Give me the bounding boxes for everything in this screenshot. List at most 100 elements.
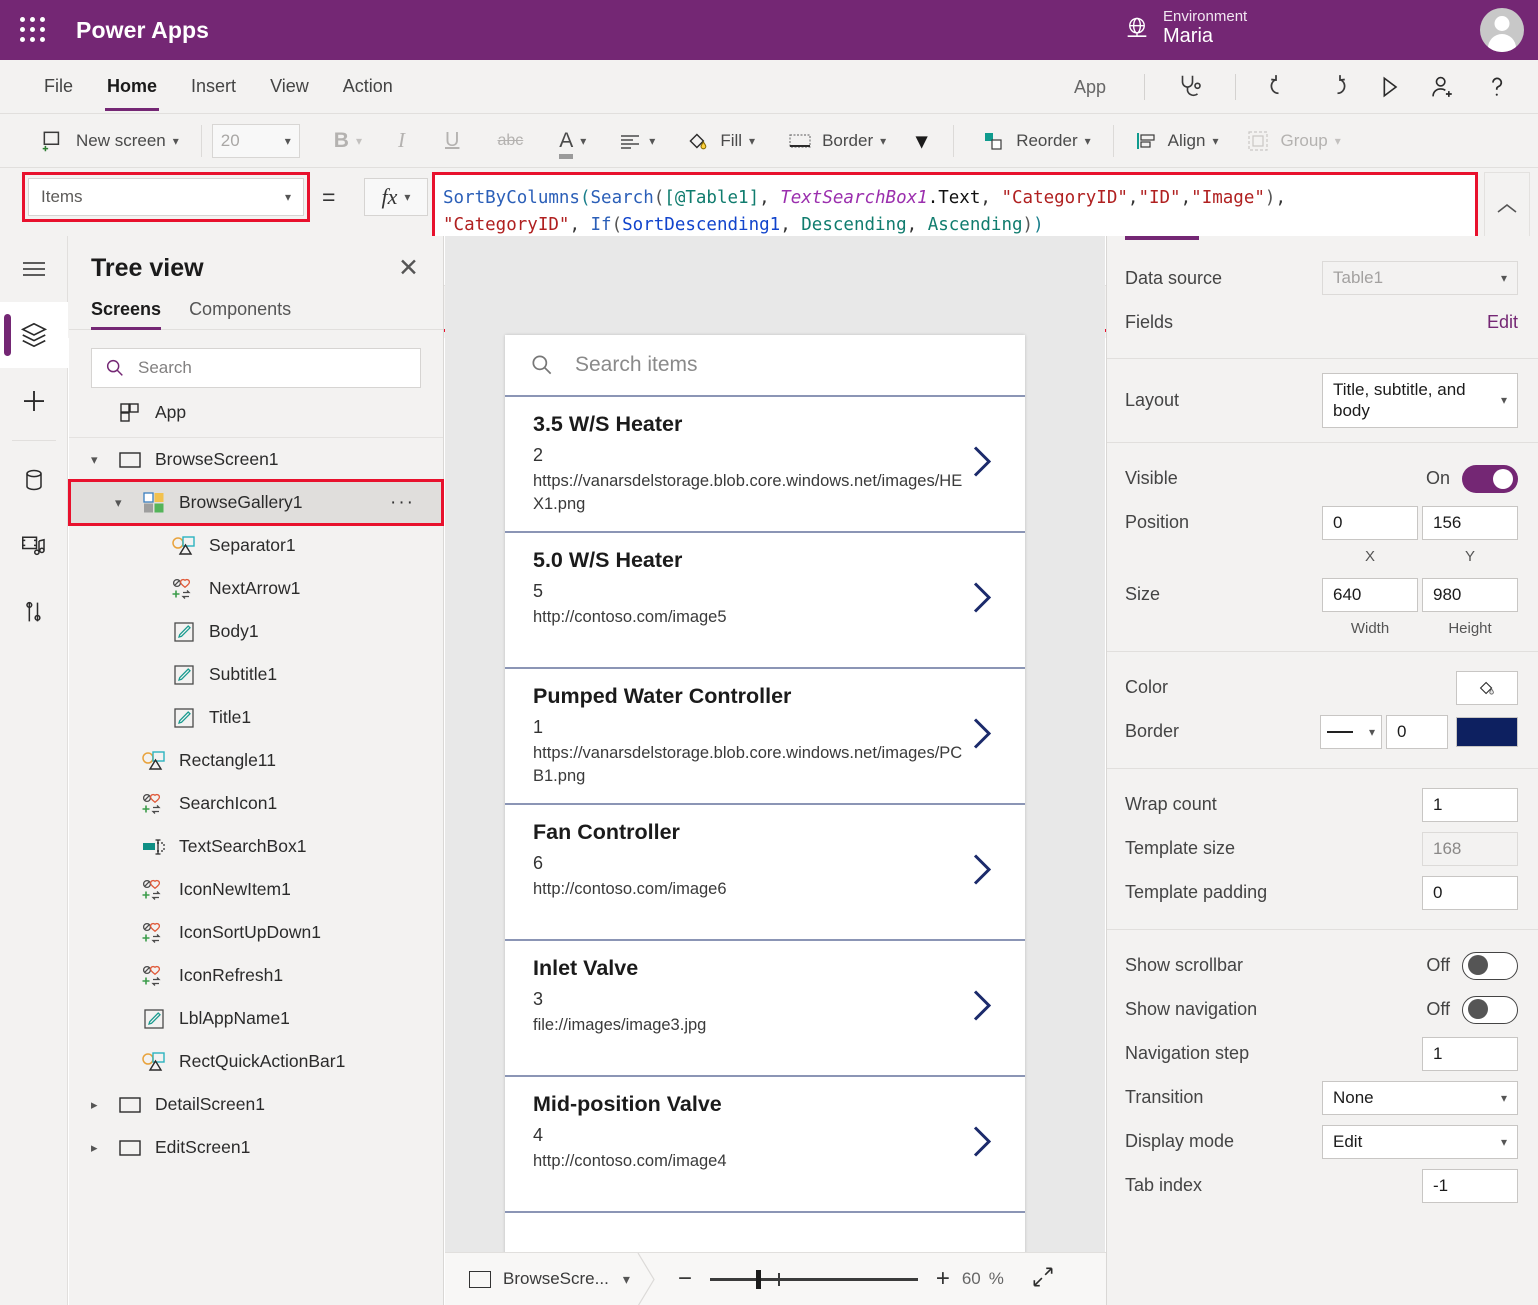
tree-node-iconnewitem1[interactable]: IconNewItem1 xyxy=(69,868,443,911)
bold-button[interactable]: B ▾ xyxy=(334,129,362,153)
border-button[interactable]: Border ▾ xyxy=(787,131,886,151)
tree-node-title1[interactable]: Title1 xyxy=(69,696,443,739)
layout-select[interactable]: Title, subtitle, and body ▾ xyxy=(1322,373,1518,428)
chevron-right-icon[interactable] xyxy=(965,576,999,625)
sidebar-item-advanced[interactable] xyxy=(0,579,68,645)
data-source-select[interactable]: Table1 ▾ xyxy=(1322,261,1518,295)
gallery-row[interactable]: Fan Controller6http://contoso.com/image6 xyxy=(505,805,1025,941)
wrap-count-input[interactable]: 1 xyxy=(1422,788,1518,822)
fit-screen-button[interactable] xyxy=(1030,1264,1056,1295)
fx-button[interactable]: fx ▾ xyxy=(364,178,428,216)
share-user-icon[interactable] xyxy=(1423,67,1463,107)
template-padding-input[interactable]: 0 xyxy=(1422,876,1518,910)
font-size-input[interactable]: 20 ▾ xyxy=(212,124,300,158)
avatar[interactable] xyxy=(1480,8,1524,52)
node-context-menu-icon[interactable]: ··· xyxy=(390,492,415,514)
menu-insert[interactable]: Insert xyxy=(189,70,238,103)
tab-components[interactable]: Components xyxy=(189,299,291,329)
strikethrough-button[interactable]: abc xyxy=(497,132,523,150)
chevron-right-icon[interactable] xyxy=(965,848,999,897)
position-x-input[interactable]: 0 xyxy=(1322,506,1418,540)
menu-action[interactable]: Action xyxy=(341,70,395,103)
zoom-slider[interactable] xyxy=(710,1269,918,1289)
tree-node-browsegallery1[interactable]: ▾BrowseGallery1··· xyxy=(69,481,443,524)
reorder-button[interactable]: Reorder ▾ xyxy=(980,129,1090,153)
gallery-row[interactable]: 3.5 W/S Heater2https://vanarsdelstorage.… xyxy=(505,397,1025,533)
more-options-button[interactable]: ▾ xyxy=(916,128,927,154)
tree-node-rectangle11[interactable]: Rectangle11 xyxy=(69,739,443,782)
tree-node-app[interactable]: App xyxy=(69,388,443,438)
menu-home[interactable]: Home xyxy=(105,70,159,103)
environment-switcher[interactable]: Environment Maria xyxy=(1123,8,1247,48)
border-color-swatch[interactable] xyxy=(1456,717,1518,747)
redo-icon[interactable] xyxy=(1315,67,1355,107)
help-question-icon[interactable] xyxy=(1477,67,1517,107)
border-width-input[interactable]: 0 xyxy=(1386,715,1448,749)
close-icon[interactable]: ✕ xyxy=(398,256,419,281)
formula-collapse-button[interactable] xyxy=(1484,172,1530,246)
underline-button[interactable]: U xyxy=(445,129,459,152)
property-selector[interactable]: Items ▾ xyxy=(28,178,304,216)
zoom-in-button[interactable]: + xyxy=(930,1265,956,1293)
tab-index-input[interactable]: -1 xyxy=(1422,1169,1518,1203)
tab-screens[interactable]: Screens xyxy=(91,299,161,329)
tree-node-separator1[interactable]: Separator1 xyxy=(69,524,443,567)
color-picker-button[interactable] xyxy=(1456,671,1518,705)
navigation-step-input[interactable]: 1 xyxy=(1422,1037,1518,1071)
undo-icon[interactable] xyxy=(1261,67,1301,107)
transition-select[interactable]: None ▾ xyxy=(1322,1081,1518,1115)
group-button[interactable]: Group ▾ xyxy=(1246,130,1340,152)
align-button[interactable]: Align ▾ xyxy=(1134,130,1219,152)
gallery-row[interactable]: Pumped Water Controller1https://vanarsde… xyxy=(505,669,1025,805)
fields-edit-link[interactable]: Edit xyxy=(1487,312,1518,333)
gallery-row[interactable]: Mid-position Valve4http://contoso.com/im… xyxy=(505,1077,1025,1213)
display-mode-select[interactable]: Edit ▾ xyxy=(1322,1125,1518,1159)
position-y-input[interactable]: 156 xyxy=(1422,506,1518,540)
sidebar-item-tree-view[interactable] xyxy=(0,302,68,368)
gallery-row[interactable]: Inlet Valve3file://images/image3.jpg xyxy=(505,941,1025,1077)
size-width-input[interactable]: 640 xyxy=(1322,578,1418,612)
sidebar-item-data[interactable] xyxy=(0,447,68,513)
menu-view[interactable]: View xyxy=(268,70,311,103)
tree-node-searchicon1[interactable]: SearchIcon1 xyxy=(69,782,443,825)
tree-node-rectquickactionbar1[interactable]: RectQuickActionBar1 xyxy=(69,1040,443,1083)
screen-selector[interactable]: BrowseScre... ▾ xyxy=(445,1269,630,1289)
tree-node-detailscreen1[interactable]: ▸DetailScreen1 xyxy=(69,1083,443,1126)
chevron-right-icon[interactable]: ▸ xyxy=(91,1140,115,1156)
chevron-down-icon[interactable]: ▾ xyxy=(91,452,115,468)
template-size-input[interactable]: 168 xyxy=(1422,832,1518,866)
border-style-select[interactable]: ▾ xyxy=(1320,715,1382,749)
text-align-button[interactable]: ▾ xyxy=(618,131,655,151)
show-navigation-toggle[interactable] xyxy=(1462,996,1518,1024)
gallery-row[interactable]: 5.0 W/S Heater5http://contoso.com/image5 xyxy=(505,533,1025,669)
sidebar-item-media[interactable] xyxy=(0,513,68,579)
chevron-right-icon[interactable] xyxy=(965,984,999,1033)
italic-button[interactable]: I xyxy=(398,128,405,153)
tree-node-nextarrow1[interactable]: NextArrow1 xyxy=(69,567,443,610)
size-height-input[interactable]: 980 xyxy=(1422,578,1518,612)
font-color-button[interactable]: A ▾ xyxy=(559,129,586,153)
play-preview-icon[interactable] xyxy=(1369,67,1409,107)
tree-node-lblappname1[interactable]: LblAppName1 xyxy=(69,997,443,1040)
search-items-box[interactable]: Search items xyxy=(505,335,1025,397)
tree-node-editscreen1[interactable]: ▸EditScreen1 xyxy=(69,1126,443,1169)
visible-toggle[interactable] xyxy=(1462,465,1518,493)
new-screen-button[interactable]: New screen ▾ xyxy=(40,128,179,154)
zoom-out-button[interactable]: − xyxy=(672,1265,698,1293)
browse-screen-preview[interactable]: Search items 3.5 W/S Heater2https://vana… xyxy=(505,335,1025,1285)
tree-node-browsescreen1[interactable]: ▾BrowseScreen1 xyxy=(69,438,443,481)
menu-file[interactable]: File xyxy=(42,70,75,103)
chevron-right-icon[interactable] xyxy=(965,1120,999,1169)
fill-button[interactable]: Fill ▾ xyxy=(685,128,755,154)
zoom-slider-thumb[interactable] xyxy=(756,1270,761,1289)
chevron-right-icon[interactable] xyxy=(965,440,999,489)
stethoscope-icon[interactable] xyxy=(1170,67,1210,107)
hamburger-menu-icon[interactable] xyxy=(0,236,68,302)
waffle-grid-icon[interactable] xyxy=(18,15,48,45)
tree-node-iconsortupdown1[interactable]: IconSortUpDown1 xyxy=(69,911,443,954)
tree-node-subtitle1[interactable]: Subtitle1 xyxy=(69,653,443,696)
tree-node-textsearchbox1[interactable]: TextSearchBox1 xyxy=(69,825,443,868)
tree-node-body1[interactable]: Body1 xyxy=(69,610,443,653)
show-scrollbar-toggle[interactable] xyxy=(1462,952,1518,980)
chevron-right-icon[interactable]: ▸ xyxy=(91,1097,115,1113)
